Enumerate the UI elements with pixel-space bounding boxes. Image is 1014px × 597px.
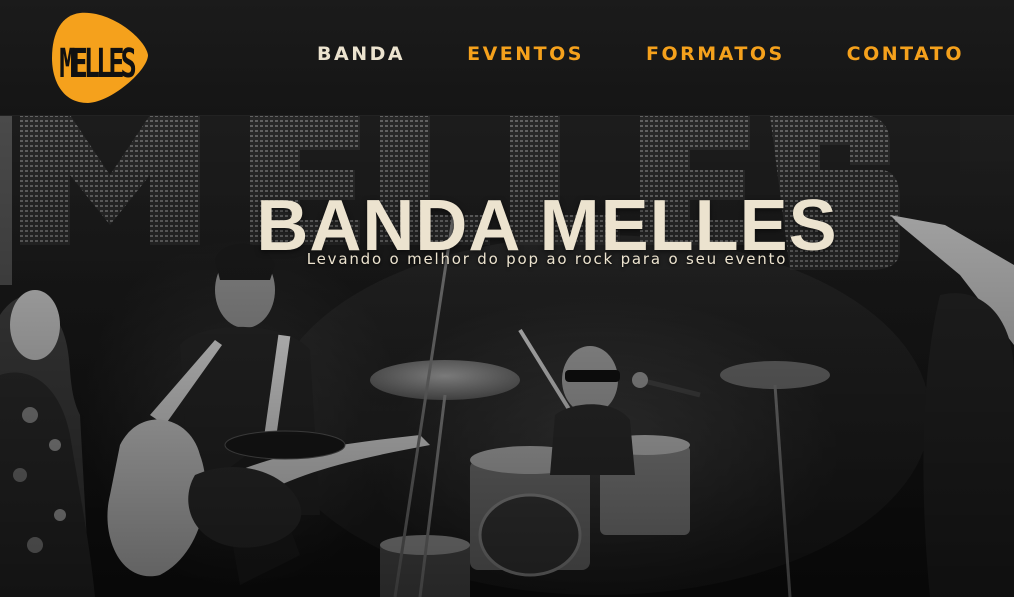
page: MELLES BANDA EVENTOS FORMATOS CONTATO BA… [0,0,1014,597]
logo-text: MELLES [59,41,137,88]
main-nav: BANDA EVENTOS FORMATOS CONTATO [317,43,964,65]
hero-subtitle: Levando o melhor do pop ao rock para o s… [306,250,788,268]
hero-section: BANDA MELLES Levando o melhor do pop ao … [0,115,1014,597]
site-header: MELLES BANDA EVENTOS FORMATOS CONTATO [0,0,1014,116]
logo[interactable]: MELLES [50,10,150,105]
nav-item-contato[interactable]: CONTATO [847,43,964,65]
nav-item-formatos[interactable]: FORMATOS [646,43,785,65]
nav-item-banda[interactable]: BANDA [317,43,405,65]
nav-item-eventos[interactable]: EVENTOS [467,43,584,65]
